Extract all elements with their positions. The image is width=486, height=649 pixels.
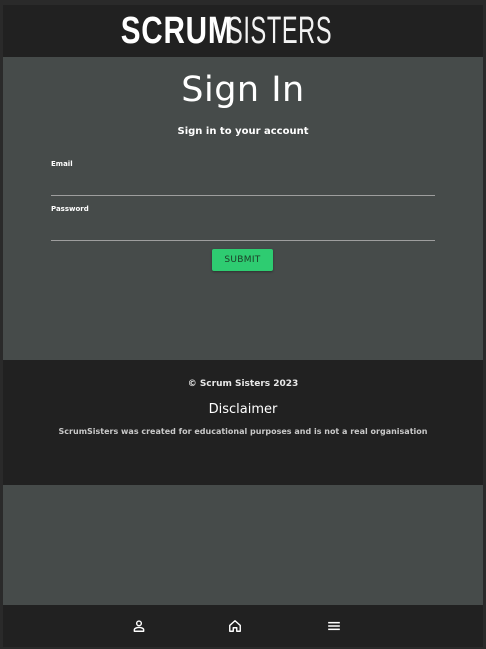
copyright-text: © Scrum Sisters 2023 [187, 379, 299, 389]
menu-icon [328, 621, 340, 631]
bottom-nav [3, 605, 483, 647]
password-field[interactable] [51, 224, 435, 241]
logo-scrum-text: SCRUM [120, 10, 234, 52]
signin-section: Sign In Sign in to your account Email Pa… [3, 57, 483, 360]
submit-button[interactable]: SUBMIT [212, 249, 273, 271]
account-nav-button[interactable] [130, 617, 148, 635]
logo-sisters-text: SISTERS [227, 10, 333, 52]
app-frame: SCRUMSISTERS Sign In Sign in to your acc… [3, 5, 483, 647]
site-footer: © Scrum Sisters 2023 Disclaimer ScrumSis… [3, 360, 483, 485]
person-icon [133, 620, 145, 632]
top-header: SCRUMSISTERS [3, 5, 483, 57]
page-title: Sign In [181, 70, 305, 110]
disclaimer-text: ScrumSisters was created for educational… [58, 427, 428, 436]
scrum-sisters-logo[interactable]: SCRUMSISTERS [89, 12, 397, 50]
home-icon [229, 620, 241, 632]
email-label: Email [51, 160, 73, 168]
disclaimer-heading: Disclaimer [208, 402, 278, 417]
page-subtitle: Sign in to your account [177, 126, 309, 137]
email-field[interactable] [51, 179, 435, 196]
home-nav-button[interactable] [226, 617, 244, 635]
password-label: Password [51, 205, 89, 213]
menu-nav-button[interactable] [325, 617, 343, 635]
